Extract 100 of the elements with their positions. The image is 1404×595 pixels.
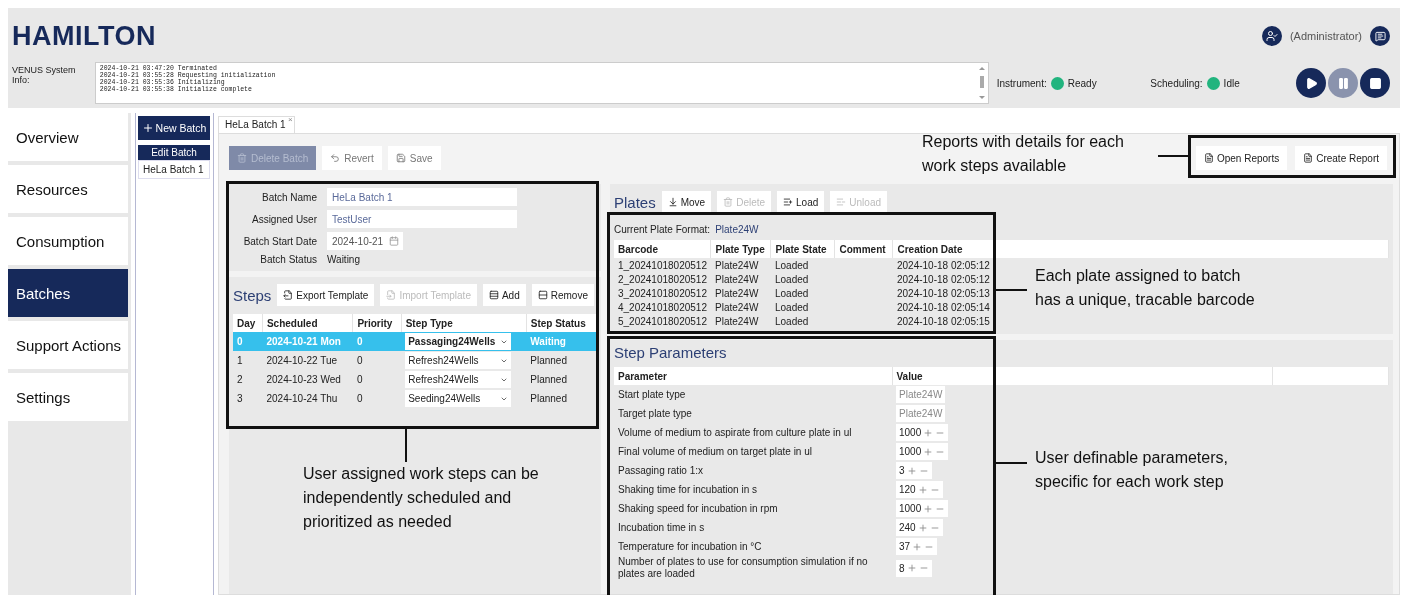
column-header[interactable]: Scheduled	[262, 314, 353, 332]
toolbar-button[interactable]: Add	[482, 284, 526, 306]
toolbar-button[interactable]: Revert	[322, 146, 382, 170]
table-cell[interactable]: Planned	[526, 351, 597, 370]
table-cell-text: Loaded	[774, 272, 810, 286]
stop-button[interactable]	[1360, 68, 1390, 98]
calendar-icon[interactable]	[389, 236, 399, 246]
table-cell-text: Plate24W	[714, 272, 760, 286]
table-cell: 1_20241018020512	[614, 258, 711, 272]
column-header[interactable]: Comment	[835, 240, 893, 258]
step-type-dropdown[interactable]: Refresh24Wells	[405, 371, 512, 388]
table-cell[interactable]: 1	[233, 351, 263, 370]
plus-button[interactable]	[906, 563, 917, 573]
report-button[interactable]: Open Reports	[1195, 146, 1288, 170]
stop-icon	[1368, 76, 1382, 90]
parameter-label: Incubation time in s	[618, 521, 706, 534]
table-cell-text: 3_20241018020512	[617, 286, 708, 300]
list-heading: Edit Batch	[138, 145, 210, 160]
input-field[interactable]: TestUser	[327, 210, 517, 228]
table-cell[interactable]: 0	[352, 370, 402, 389]
step-type-dropdown[interactable]: Passaging24Wells	[405, 333, 512, 350]
document-icon	[1303, 153, 1314, 163]
column-header[interactable]: Parameter	[614, 367, 892, 385]
column-header[interactable]: Priority	[352, 314, 402, 332]
rows-icon	[537, 290, 548, 300]
step-type-dropdown[interactable]: Refresh24Wells	[405, 352, 512, 369]
help-icon[interactable]	[1370, 26, 1390, 46]
value-field[interactable]: 37	[899, 541, 911, 552]
plus-button[interactable]	[917, 484, 928, 495]
value-field: Plate24W	[896, 405, 946, 422]
table-cell[interactable]: Planned	[526, 389, 597, 408]
nav-item[interactable]: Batches	[8, 269, 128, 317]
parameter-label: Shaking speed for incubation in rpm	[618, 502, 779, 515]
batch-tab[interactable]: HeLa Batch 1 ×	[218, 116, 295, 133]
table-cell[interactable]: Planned	[526, 370, 597, 389]
toolbar-button[interactable]: Export Template	[277, 284, 375, 306]
column-header[interactable]: Creation Date	[893, 240, 994, 258]
new-batch-button[interactable]: New Batch	[138, 116, 210, 140]
nav-item[interactable]: Support Actions	[8, 321, 128, 369]
plus-button[interactable]	[923, 503, 934, 514]
nav-item[interactable]: Settings	[8, 373, 128, 421]
plus-button[interactable]	[917, 522, 928, 533]
column-header[interactable]: Day	[233, 314, 263, 332]
value-field[interactable]: 3	[899, 465, 905, 476]
nav-item[interactable]: Resources	[8, 165, 128, 213]
section-title: Plates	[614, 193, 656, 211]
value-field: Plate24W	[896, 386, 946, 403]
rows-icon	[488, 290, 499, 300]
pause-icon	[1336, 76, 1350, 90]
table-cell[interactable]: 3	[233, 389, 263, 408]
import-icon	[386, 290, 397, 300]
table-cell[interactable]: 2	[233, 370, 263, 389]
plus-button[interactable]	[923, 446, 934, 457]
column-header[interactable]: Plate Type	[711, 240, 771, 258]
input-field[interactable]: HeLa Batch 1	[327, 188, 517, 206]
nav-item[interactable]: Consumption	[8, 217, 128, 265]
format-value: Plate24W	[715, 224, 759, 235]
plus-button[interactable]	[906, 465, 917, 476]
toolbar-button[interactable]: Move	[661, 191, 712, 213]
table-cell[interactable]: 2024-10-23 Wed	[262, 370, 353, 389]
play-button[interactable]	[1296, 68, 1326, 98]
table-cell: Loaded	[771, 258, 835, 272]
plus-button[interactable]	[923, 427, 934, 438]
scrollbar[interactable]	[977, 66, 986, 100]
column-header[interactable]: Step Status	[526, 314, 597, 332]
parameter-label: Temperature for incubation in °C	[618, 540, 763, 553]
leader-line	[996, 462, 1027, 464]
column-header[interactable]: Barcode	[614, 240, 711, 258]
step-type-dropdown[interactable]: Seeding24Wells	[405, 390, 512, 407]
batch-item[interactable]: HeLa Batch 1	[138, 160, 210, 179]
table-cell[interactable]: 2024-10-22 Tue	[262, 351, 353, 370]
table-cell-text: 4_20241018020512	[617, 300, 708, 314]
parameter-label: Target plate type	[618, 407, 693, 420]
export-icon	[283, 290, 294, 300]
system-info-label: VENUS System Info:	[12, 65, 77, 85]
report-button[interactable]: Create Report	[1295, 146, 1387, 170]
date-field[interactable]: 2024-10-21	[327, 232, 403, 250]
plus-button[interactable]	[912, 541, 923, 552]
field-label: Batch Start Date	[242, 235, 317, 247]
user-icon[interactable]	[1261, 26, 1282, 46]
table-cell[interactable]: 2024-10-24 Thu	[262, 389, 353, 408]
toolbar-button[interactable]: Save	[387, 146, 441, 170]
leader-line	[1158, 155, 1188, 157]
value-field[interactable]: 8	[899, 562, 905, 574]
column-header[interactable]: Value	[892, 367, 1272, 385]
column-header[interactable]: Plate State	[771, 240, 835, 258]
table-cell-text: 2024-10-18 02:05:15	[896, 314, 991, 328]
section-title: Step Parameters	[614, 344, 727, 361]
nav-item[interactable]: Overview	[8, 113, 128, 161]
status-label: Scheduling:	[1150, 77, 1203, 89]
table-cell[interactable]: 0	[352, 351, 402, 370]
toolbar-button[interactable]: Load	[777, 191, 825, 213]
column-header[interactable]: Step Type	[401, 314, 527, 332]
table-cell[interactable]: 0	[352, 389, 402, 408]
toolbar-button[interactable]: Remove	[531, 284, 594, 306]
plus-icon	[141, 122, 154, 134]
status-value: Ready	[1067, 77, 1097, 89]
close-icon[interactable]: ×	[287, 115, 293, 124]
callout-text: Reports with details for each work steps available	[922, 132, 1125, 176]
table-cell-text: Loaded	[774, 300, 810, 314]
